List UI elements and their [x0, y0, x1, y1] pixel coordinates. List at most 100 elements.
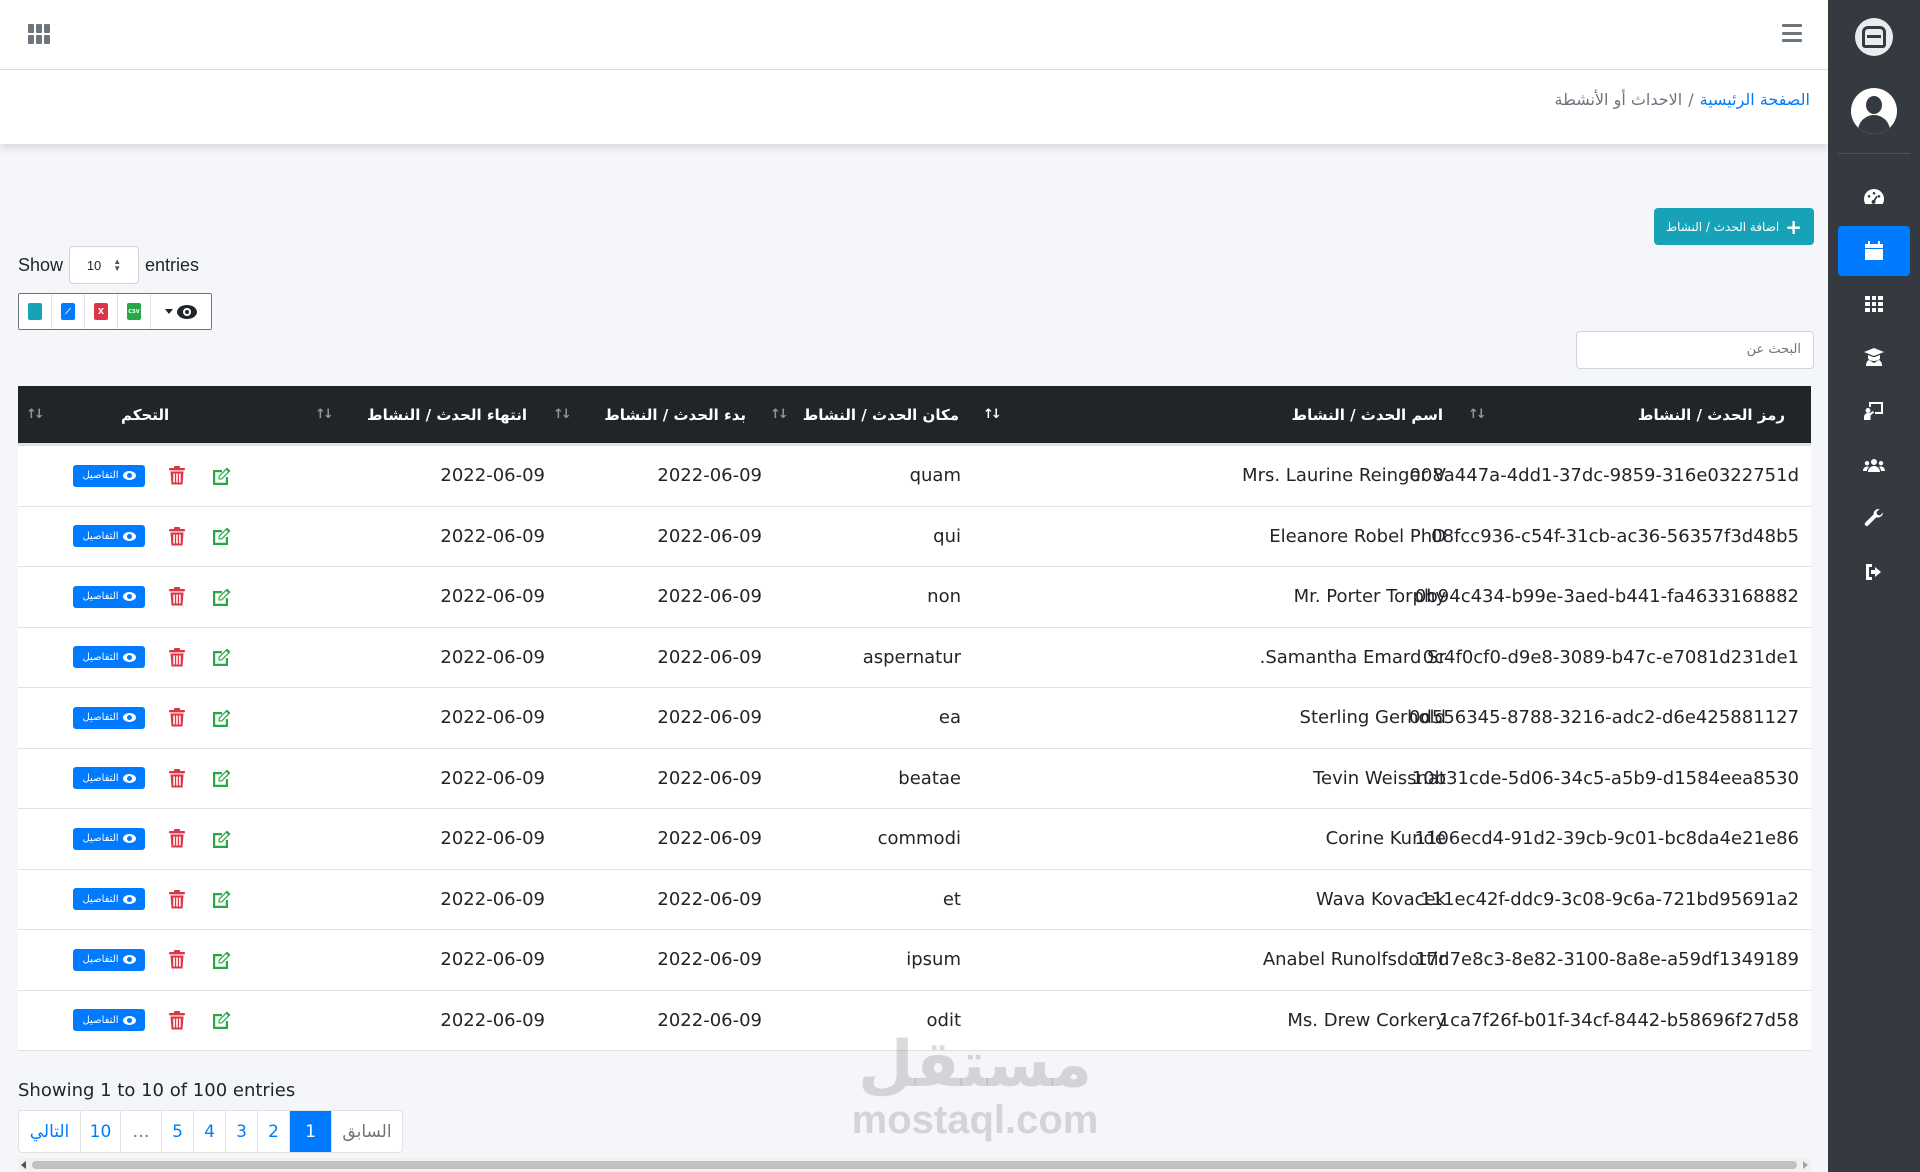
- page-next[interactable]: التالي: [19, 1111, 81, 1152]
- event-code-cell: 17d7e8c3-8e82-3100-8a8e-a59df1349189: [1415, 930, 1811, 990]
- details-button[interactable]: التفاصيل: [73, 767, 145, 790]
- user-avatar[interactable]: [1851, 88, 1897, 134]
- sidebar-item-chalkboard-teacher[interactable]: [1838, 386, 1910, 436]
- trash-icon[interactable]: [169, 768, 185, 788]
- sort-icon[interactable]: ↓↑: [1468, 407, 1487, 422]
- trash-icon[interactable]: [169, 829, 185, 848]
- trash-icon[interactable]: [169, 647, 185, 667]
- details-button[interactable]: التفاصيل: [73, 525, 145, 548]
- details-button[interactable]: التفاصيل: [73, 948, 145, 971]
- column-header-6[interactable]: التحكم ↓↑: [18, 386, 307, 443]
- edit-icon[interactable]: [210, 647, 232, 667]
- edit-icon[interactable]: [210, 708, 232, 728]
- sidebar-item-graduate[interactable]: [1838, 333, 1910, 383]
- details-button[interactable]: التفاصيل: [73, 646, 145, 669]
- edit-icon[interactable]: [210, 889, 232, 909]
- edit-icon[interactable]: [210, 768, 232, 788]
- details-button[interactable]: التفاصيل: [73, 888, 145, 911]
- sidebar: [1828, 0, 1920, 1172]
- details-button[interactable]: التفاصيل: [73, 1009, 145, 1032]
- brand-logo[interactable]: [1855, 18, 1893, 56]
- event-start-cell: 2022-06-09: [545, 749, 762, 809]
- page-item[interactable]: 10: [81, 1111, 121, 1152]
- event-name-cell: Mr. Porter Torphy: [975, 567, 1460, 627]
- breadcrumb-home-link[interactable]: الصفحة الرئيسية: [1700, 90, 1810, 109]
- page-item[interactable]: 2: [258, 1111, 290, 1152]
- trash-icon[interactable]: [169, 526, 185, 546]
- event-end-cell: 2022-06-09: [307, 991, 545, 1051]
- scroll-right-arrow-icon[interactable]: [1803, 1161, 1808, 1169]
- page-item[interactable]: 1: [290, 1111, 332, 1152]
- excel-button[interactable]: X: [85, 294, 118, 329]
- sort-icon[interactable]: ↓↑: [770, 407, 789, 422]
- sort-icon[interactable]: ↓↑: [983, 407, 1002, 422]
- edit-icon[interactable]: [210, 466, 232, 486]
- event-start-cell: 2022-06-09: [545, 446, 762, 506]
- event-end: 2022-06-09: [440, 465, 545, 487]
- trash-icon[interactable]: [169, 708, 185, 727]
- event-start-cell: 2022-06-09: [545, 688, 762, 748]
- actions-cell: التفاصيل: [18, 507, 307, 567]
- pdf-button[interactable]: ⟋: [52, 294, 85, 329]
- trash-icon[interactable]: [169, 1010, 185, 1030]
- details-button[interactable]: التفاصيل: [73, 827, 145, 850]
- column-header-1[interactable]: رمز الحدث / النشاط ↓↑: [1460, 386, 1811, 443]
- hamburger-menu-icon[interactable]: [1782, 24, 1802, 42]
- csv-button[interactable]: CSV: [118, 294, 151, 329]
- page-item[interactable]: 3: [226, 1111, 258, 1152]
- trash-icon[interactable]: [169, 950, 185, 969]
- edit-icon[interactable]: [210, 526, 232, 546]
- column-header-2[interactable]: اسم الحدث / النشاط ↓↑: [975, 386, 1460, 443]
- details-button[interactable]: التفاصيل: [73, 585, 145, 608]
- scroll-left-arrow-icon[interactable]: [21, 1161, 26, 1169]
- details-button[interactable]: التفاصيل: [73, 464, 145, 487]
- column-header-5[interactable]: انتهاء الحدث / النشاط ↓↑: [307, 386, 545, 443]
- watermark-logo: مستقل mostaql.com: [830, 1030, 1120, 1140]
- trash-icon[interactable]: [169, 587, 185, 606]
- event-start-cell: 2022-06-09: [545, 507, 762, 567]
- event-name: Sterling Gerhold: [1299, 707, 1446, 729]
- page-previous[interactable]: السابق: [332, 1111, 402, 1152]
- copy-button[interactable]: [19, 294, 52, 329]
- column-visibility-button[interactable]: [151, 294, 211, 329]
- event-code-cell: 0b94c434-b99e-3aed-b441-fa4633168882: [1415, 567, 1811, 627]
- horizontal-scrollbar[interactable]: [18, 1158, 1811, 1172]
- scrollbar-thumb[interactable]: [32, 1161, 1797, 1169]
- event-code: 0d556345-8788-3216-adc2-d6e425881127: [1408, 707, 1799, 729]
- sort-icon[interactable]: ↓↑: [315, 407, 334, 422]
- trash-icon[interactable]: [169, 466, 185, 485]
- sidebar-item-wrench[interactable]: [1838, 493, 1910, 543]
- sidebar-item-sign-out[interactable]: [1838, 547, 1910, 597]
- event-name-cell: Corine Kunde: [975, 809, 1460, 869]
- edit-icon[interactable]: [210, 1010, 232, 1030]
- edit-icon[interactable]: [210, 950, 232, 970]
- column-header-4[interactable]: بدء الحدث / النشاط ↓↑: [545, 386, 762, 443]
- event-place: beatae: [898, 767, 961, 789]
- actions-cell: التفاصيل: [18, 688, 307, 748]
- apps-grid-icon[interactable]: [28, 24, 50, 44]
- trash-icon[interactable]: [169, 889, 185, 909]
- copy-icon: [28, 303, 42, 320]
- sidebar-item-users[interactable]: [1838, 440, 1910, 490]
- edit-icon[interactable]: [210, 587, 232, 607]
- event-place: quam: [909, 465, 961, 487]
- page-item[interactable]: 5: [162, 1111, 194, 1152]
- sidebar-item-th-grid[interactable]: [1838, 279, 1910, 329]
- table-row: 111ec42f-ddc9-3c08-9c6a-721bd95691a2 Wava…: [18, 870, 1811, 930]
- sidebar-item-tachometer[interactable]: [1838, 172, 1910, 222]
- sort-icon[interactable]: ↓↑: [26, 407, 45, 422]
- column-header-3[interactable]: مكان الحدث / النشاط ↓↑: [762, 386, 975, 443]
- page-length-select[interactable]: 10 ▲ ▼: [69, 246, 140, 284]
- sidebar-item-calendar[interactable]: [1838, 225, 1910, 276]
- edit-icon[interactable]: [210, 829, 232, 849]
- eye-icon: [122, 894, 136, 904]
- details-button[interactable]: التفاصيل: [73, 706, 145, 729]
- event-start-cell: 2022-06-09: [545, 567, 762, 627]
- sort-icon[interactable]: ↓↑: [553, 407, 572, 422]
- page-item[interactable]: 4: [194, 1111, 226, 1152]
- export-buttons: ⟋ X CSV: [18, 293, 212, 330]
- search-input[interactable]: البحث عن: [1576, 331, 1814, 369]
- add-event-button[interactable]: + اضافة الحدث / النشاط: [1654, 208, 1814, 245]
- event-place: ipsum: [906, 949, 961, 971]
- event-start: 2022-06-09: [657, 646, 762, 668]
